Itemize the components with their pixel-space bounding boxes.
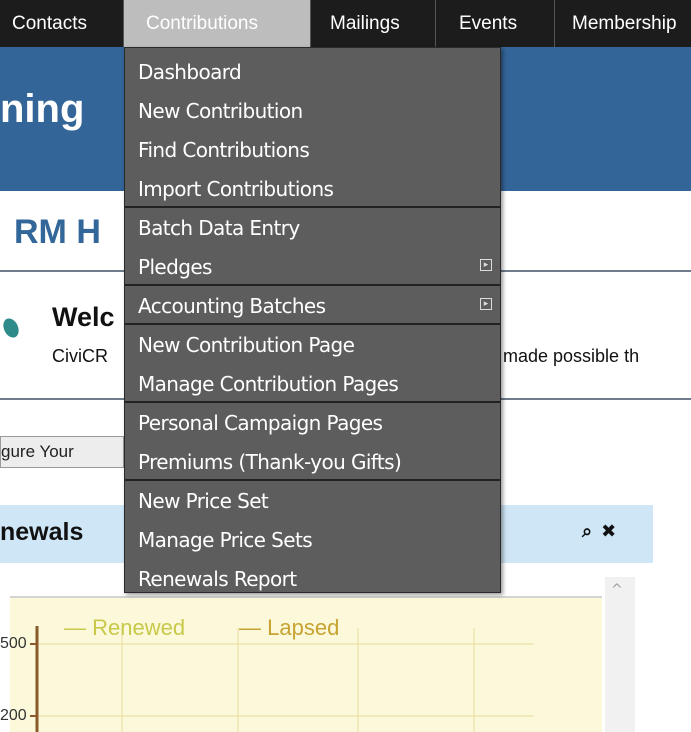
menu-item-label: Dashboard: [138, 60, 242, 84]
menu-item-premiums-thank-you-gifts[interactable]: Premiums (Thank-you Gifts): [125, 442, 500, 481]
top-navigation-bar: Contacts Contributions Mailings Events M…: [0, 0, 691, 47]
nav-item-mailings[interactable]: Mailings: [330, 0, 400, 47]
nav-item-membership[interactable]: Membership: [572, 0, 677, 47]
nav-item-contributions[interactable]: Contributions: [124, 0, 310, 47]
submenu-arrow-icon: ▸: [480, 298, 492, 310]
menu-item-label: Pledges: [138, 255, 212, 279]
menu-item-manage-price-sets[interactable]: Manage Price Sets: [125, 520, 500, 559]
contributions-dropdown-menu: Dashboard New Contribution Find Contributi…: [124, 47, 501, 593]
nav-contacts-label: Contacts: [12, 13, 87, 34]
legend-renewed-label: Renewed: [92, 615, 186, 640]
menu-item-batch-data-entry[interactable]: Batch Data Entry: [125, 208, 500, 247]
nav-item-contacts[interactable]: Contacts: [12, 0, 87, 47]
chart-ytick-label: 500: [0, 635, 27, 652]
menu-item-label: Find Contributions: [138, 138, 310, 162]
menu-item-label: Personal Campaign Pages: [138, 411, 383, 435]
nav-events-label: Events: [459, 13, 518, 34]
menu-item-find-contributions[interactable]: Find Contributions: [125, 130, 500, 169]
welcome-heading: Welc: [52, 302, 115, 332]
configure-button-label: gure Your: [1, 442, 74, 461]
menu-item-new-price-set[interactable]: New Price Set: [125, 481, 500, 520]
zoom-icon[interactable]: ⌕: [582, 521, 592, 542]
menu-item-accounting-batches[interactable]: Accounting Batches ▸: [125, 286, 500, 325]
nav-divider: [310, 0, 311, 47]
dashlet-scrollbar[interactable]: [605, 577, 635, 732]
site-title: ning: [0, 87, 85, 131]
page-title: RM H: [14, 213, 101, 251]
welcome-text-continued: made possible th: [503, 346, 640, 366]
nav-contributions-label: Contributions: [146, 13, 258, 34]
submenu-arrow-icon: ▸: [480, 259, 492, 271]
nav-divider: [554, 0, 555, 47]
menu-item-dashboard[interactable]: Dashboard: [125, 52, 500, 91]
nav-membership-label: Membership: [572, 13, 677, 34]
menu-item-label: Premiums (Thank-you Gifts): [138, 450, 402, 474]
civicrm-logo-icon: [0, 315, 22, 341]
configure-dashboard-button[interactable]: gure Your: [0, 436, 124, 468]
chart-ytick-label: 200: [0, 707, 27, 724]
menu-item-label: Manage Price Sets: [138, 528, 313, 552]
dashlet-controls: ⌕ ✖: [582, 521, 625, 542]
menu-item-renewals-report[interactable]: Renewals Report: [125, 559, 500, 598]
menu-item-manage-contribution-pages[interactable]: Manage Contribution Pages: [125, 364, 500, 403]
menu-item-personal-campaign-pages[interactable]: Personal Campaign Pages: [125, 403, 500, 442]
menu-item-label: Manage Contribution Pages: [138, 372, 399, 396]
menu-item-label: Accounting Batches: [138, 294, 326, 318]
menu-item-label: New Price Set: [138, 489, 269, 513]
menu-item-label: Renewals Report: [138, 567, 297, 591]
legend-lapsed-label: Lapsed: [267, 615, 340, 640]
menu-item-label: New Contribution: [138, 99, 303, 123]
nav-item-events[interactable]: Events: [459, 0, 517, 47]
close-icon[interactable]: ✖: [601, 521, 616, 542]
nav-divider: [435, 0, 436, 47]
menu-item-import-contributions[interactable]: Import Contributions: [125, 169, 500, 208]
menu-item-label: New Contribution Page: [138, 333, 355, 357]
menu-item-new-contribution[interactable]: New Contribution: [125, 91, 500, 130]
menu-item-new-contribution-page[interactable]: New Contribution Page: [125, 325, 500, 364]
nav-mailings-label: Mailings: [330, 13, 400, 34]
scroll-up-icon[interactable]: ^: [611, 582, 623, 598]
menu-item-label: Import Contributions: [138, 177, 334, 201]
dashlet-title: newals: [0, 518, 84, 546]
menu-item-pledges[interactable]: Pledges ▸: [125, 247, 500, 286]
menu-item-label: Batch Data Entry: [138, 216, 300, 240]
legend-renewed: — Renewed: [64, 615, 186, 640]
legend-lapsed: — Lapsed: [239, 615, 340, 640]
welcome-text: CiviCR: [52, 346, 108, 366]
